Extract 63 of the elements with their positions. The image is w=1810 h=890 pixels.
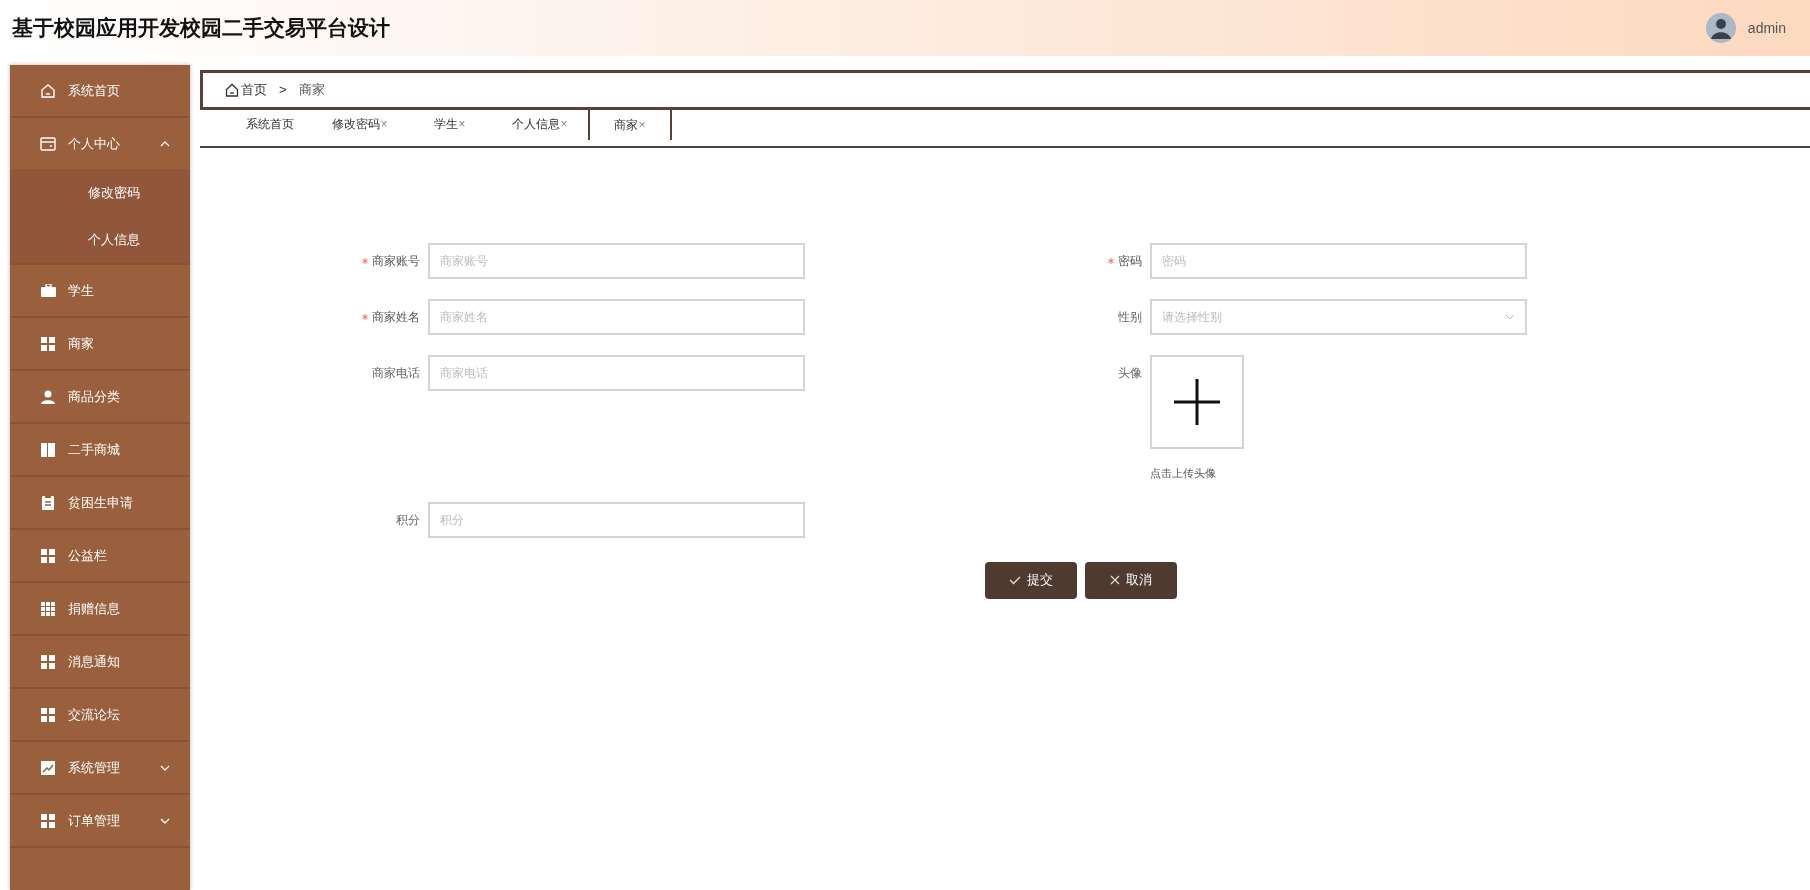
- sidebar-item[interactable]: 消息通知: [10, 636, 190, 687]
- field-label: 商家姓名: [372, 309, 420, 326]
- text-field[interactable]: 密码: [1150, 243, 1527, 279]
- sidebar-item[interactable]: 商品分类: [10, 371, 190, 422]
- breadcrumb-current: 商家: [298, 81, 325, 100]
- field-label: 性别: [1118, 309, 1142, 326]
- plus-icon: [1174, 379, 1220, 425]
- sidebar-item[interactable]: 商家: [10, 318, 190, 369]
- chevron-icon: [1505, 314, 1515, 320]
- text-field[interactable]: 积分: [428, 501, 805, 538]
- grid-icon: [41, 336, 55, 351]
- field-label: 商家电话: [372, 365, 420, 382]
- site-title: 基于校园应用开发校园二手交易平台设计: [12, 15, 390, 42]
- caret-icon: [160, 817, 170, 824]
- grid-icon: [41, 813, 55, 828]
- sidebar-item[interactable]: 个人中心: [10, 118, 190, 169]
- sidebar-item[interactable]: 二手商城: [10, 424, 190, 475]
- cancel-button[interactable]: 取消: [1085, 561, 1177, 599]
- grid-icon: [41, 654, 55, 669]
- clipboard-icon: [42, 495, 54, 510]
- field-label: 商家账号: [372, 253, 420, 270]
- chart-icon: [41, 760, 55, 775]
- sidebar-item[interactable]: 公益栏: [10, 530, 190, 581]
- field-label: 头像: [1118, 365, 1142, 382]
- field-label: 积分: [396, 511, 420, 529]
- table-icon: [40, 601, 56, 616]
- wallet-icon: [40, 136, 56, 151]
- sidebar-item[interactable]: 贫困生申请: [10, 477, 190, 528]
- user-name[interactable]: admin: [1747, 17, 1786, 39]
- submit-button[interactable]: 提交: [985, 561, 1077, 599]
- close-icon: [1110, 575, 1120, 585]
- text-field[interactable]: 商家电话: [428, 355, 805, 391]
- user-icon: [41, 389, 55, 404]
- page-tab[interactable]: 学生×: [408, 108, 492, 140]
- breadcrumb-link[interactable]: 首页: [241, 80, 267, 100]
- page-tab[interactable]: 系统首页: [228, 108, 312, 140]
- field-label: 密码: [1118, 253, 1142, 270]
- sidebar-item[interactable]: 捐赠信息: [10, 583, 190, 634]
- grid-icon: [41, 548, 55, 563]
- avatar-icon: [1705, 13, 1736, 43]
- sidebar-subitem[interactable]: 修改密码: [10, 169, 190, 216]
- upload-hint: 点击上传头像: [1150, 466, 1217, 481]
- upload-area[interactable]: [1150, 355, 1244, 449]
- sidebar-item[interactable]: 系统管理: [10, 742, 190, 793]
- page-tab[interactable]: 修改密码×: [318, 108, 402, 140]
- sidebar-item[interactable]: 订单管理: [10, 795, 190, 846]
- briefcase-icon: [40, 284, 56, 297]
- sidebar-item[interactable]: 交流论坛: [10, 689, 190, 740]
- grid-icon: [41, 707, 55, 722]
- sidebar-item[interactable]: 系统首页: [10, 65, 190, 116]
- check-icon: [1009, 575, 1021, 585]
- caret-icon: [160, 764, 170, 771]
- sidebar-subitem[interactable]: 个人信息: [10, 216, 190, 263]
- sidebar-item[interactable]: 学生: [10, 265, 190, 316]
- caret-icon: [160, 140, 170, 147]
- home-icon: [225, 83, 239, 97]
- home-icon: [40, 82, 56, 99]
- text-field[interactable]: 商家姓名: [428, 299, 805, 335]
- page-tab[interactable]: 个人信息×: [498, 108, 582, 140]
- breadcrumb-separator: >: [279, 81, 287, 100]
- book-icon: [41, 442, 55, 457]
- text-field[interactable]: 商家账号: [428, 243, 805, 279]
- page-tab[interactable]: 商家×: [588, 108, 672, 140]
